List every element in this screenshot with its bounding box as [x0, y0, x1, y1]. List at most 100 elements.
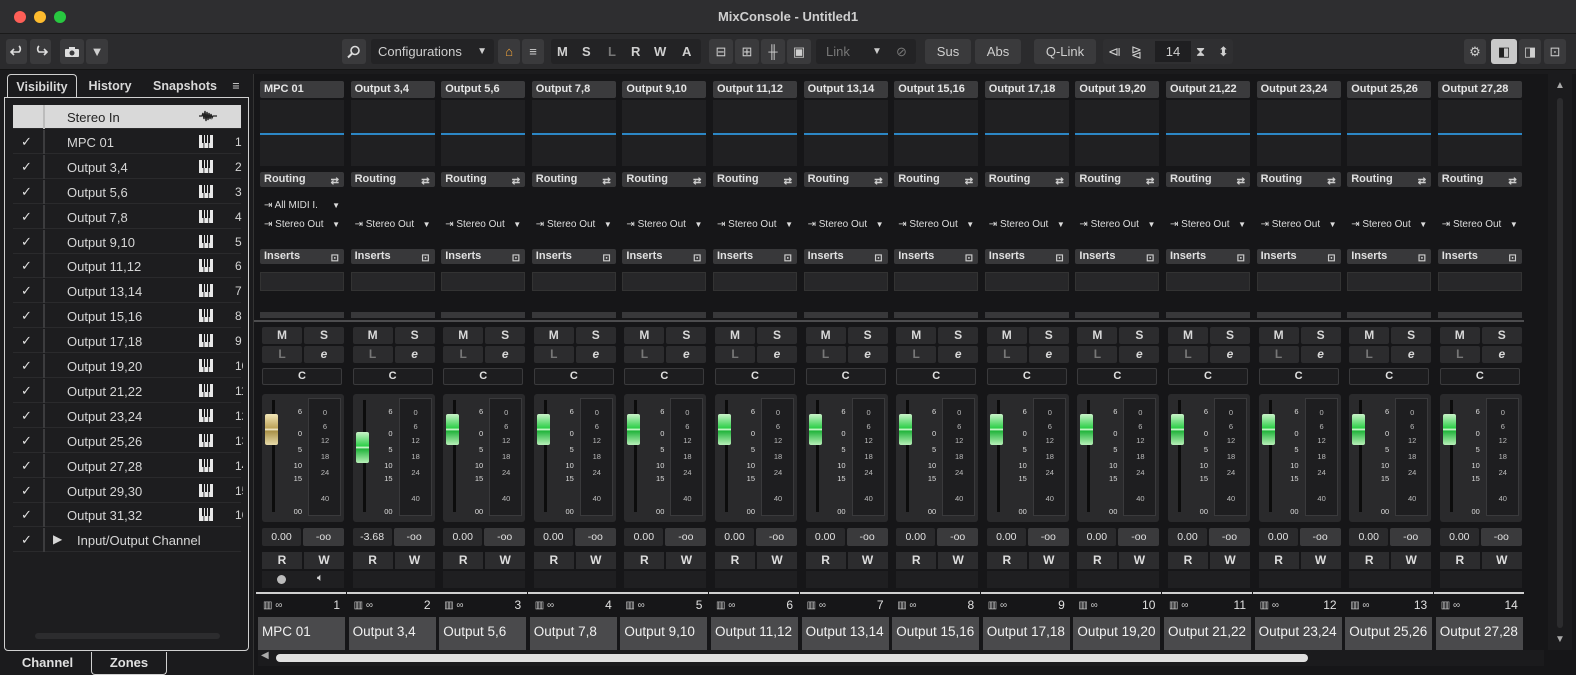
- volume-value[interactable]: 0.00: [443, 528, 483, 546]
- write-automation-button[interactable]: W: [1300, 552, 1341, 569]
- list-item[interactable]: ✓ Output 23,24 12: [13, 403, 243, 428]
- global-a-button[interactable]: A: [682, 44, 691, 59]
- inserts-section-header[interactable]: Inserts ⊡: [1256, 249, 1341, 264]
- global-listen-button[interactable]: L: [608, 44, 616, 59]
- routing-section-header[interactable]: Routing ⇄: [1075, 172, 1160, 189]
- routing-section-header[interactable]: Routing ⇄: [1256, 172, 1341, 187]
- volume-fader[interactable]: 6 0 5 10 15 00 0 6 12 18 24 40: [262, 394, 344, 522]
- volume-value[interactable]: 0.00: [1349, 528, 1389, 546]
- listen-button[interactable]: L: [1439, 346, 1480, 363]
- insert-slot[interactable]: [441, 272, 526, 291]
- read-automation-button[interactable]: R: [624, 552, 665, 569]
- fader-handle[interactable]: [355, 432, 369, 463]
- list-item[interactable]: ✓ Output 29,30 15: [13, 478, 243, 503]
- insert-slot[interactable]: [1075, 272, 1160, 291]
- tab-zones[interactable]: Zones: [91, 652, 167, 675]
- write-automation-button[interactable]: W: [1119, 552, 1160, 569]
- inserts-section-header[interactable]: Inserts ⊡: [350, 249, 435, 264]
- mute-button[interactable]: M: [624, 327, 665, 344]
- solo-button[interactable]: S: [666, 327, 707, 344]
- volume-fader[interactable]: 6 0 5 10 15 00 0 6 12 18 24 40: [1077, 394, 1160, 522]
- edit-channel-button[interactable]: e: [847, 346, 888, 363]
- narrow-channels-icon[interactable]: ⧏: [1108, 44, 1121, 60]
- menu-icon[interactable]: ≡: [226, 74, 246, 98]
- pan-control[interactable]: C: [896, 368, 977, 385]
- peak-value[interactable]: -oo: [1209, 528, 1250, 546]
- routing-options-icon[interactable]: ⇄: [512, 174, 520, 189]
- edit-channel-button[interactable]: e: [394, 346, 435, 363]
- routing-section-header[interactable]: Routing ⇄: [803, 172, 888, 187]
- volume-fader[interactable]: 6 0 5 10 15 00 0 6 12 18 24 40: [986, 394, 1069, 522]
- volume-value[interactable]: 0.00: [533, 528, 573, 546]
- list-item[interactable]: ✓ Output 21,22 11: [13, 378, 243, 403]
- inserts-section-header[interactable]: Inserts ⊡: [1166, 249, 1250, 264]
- solo-button[interactable]: S: [1119, 327, 1160, 344]
- right-zone-toggle-icon[interactable]: ◨: [1519, 39, 1541, 64]
- edit-channel-button[interactable]: e: [666, 346, 707, 363]
- read-automation-button[interactable]: R: [533, 552, 574, 569]
- routing-section-header[interactable]: Routing ⇄: [531, 172, 616, 187]
- peak-value[interactable]: -oo: [665, 528, 707, 546]
- peak-value[interactable]: -oo: [1299, 528, 1341, 546]
- routing-section-header[interactable]: Routing ⇄: [1166, 172, 1250, 187]
- routing-options-icon[interactable]: ⇄: [784, 174, 792, 189]
- pan-control[interactable]: C: [352, 368, 433, 385]
- channel-name-header[interactable]: Output 19,20: [1075, 81, 1160, 98]
- peak-value[interactable]: -oo: [1480, 528, 1522, 546]
- listen-button[interactable]: L: [1168, 346, 1208, 363]
- routing-section-header[interactable]: Routing ⇄: [894, 172, 979, 187]
- tab-visibility[interactable]: Visibility: [7, 74, 77, 98]
- inserts-section-header[interactable]: Inserts ⊡: [894, 249, 979, 266]
- listen-button[interactable]: L: [1258, 346, 1299, 363]
- redo-icon[interactable]: [30, 39, 51, 64]
- channel-name-footer[interactable]: Output 17,18: [982, 617, 1070, 650]
- solo-button[interactable]: S: [1210, 327, 1250, 344]
- routing-options-icon[interactable]: ⇄: [1146, 174, 1154, 189]
- search-icon[interactable]: [342, 39, 366, 64]
- checkmark-icon[interactable]: ✓: [21, 408, 32, 424]
- insert-slot[interactable]: [350, 272, 435, 291]
- peak-value[interactable]: -oo: [303, 528, 344, 546]
- checkmark-icon[interactable]: ✓: [21, 458, 32, 474]
- list-item[interactable]: ✓ Output 11,12 6: [13, 254, 242, 279]
- volume-value[interactable]: 0.00: [1168, 528, 1207, 546]
- edit-channel-button[interactable]: e: [1119, 346, 1160, 363]
- channel-name-footer[interactable]: MPC 01: [258, 617, 345, 650]
- checkmark-icon[interactable]: ✓: [21, 308, 32, 324]
- read-automation-button[interactable]: R: [1168, 552, 1208, 569]
- scroll-left-icon[interactable]: ◀: [261, 650, 269, 661]
- checkmark-icon[interactable]: ✓: [21, 283, 32, 299]
- write-automation-button[interactable]: W: [575, 552, 616, 569]
- global-write-button[interactable]: W: [654, 44, 666, 59]
- routing-section-header[interactable]: Routing ⇄: [622, 172, 707, 187]
- insert-slot[interactable]: [984, 272, 1069, 291]
- output-routing-dropdown[interactable]: ⇥ Stereo Out ▼: [1347, 217, 1431, 233]
- read-automation-button[interactable]: R: [352, 552, 393, 569]
- volume-fader[interactable]: 6 0 5 10 15 00 0 6 12 18 24 40: [352, 394, 435, 522]
- volume-fader[interactable]: 6 0 5 10 15 00 0 6 12 18 24 40: [1168, 394, 1250, 522]
- checkmark-icon[interactable]: ✓: [21, 234, 32, 250]
- inserts-section-header[interactable]: Inserts ⊡: [1437, 249, 1522, 264]
- listen-button[interactable]: L: [986, 346, 1027, 363]
- volume-fader[interactable]: 6 0 5 10 15 00 0 6 12 18 24 40: [1258, 394, 1341, 522]
- left-zone-toggle-icon[interactable]: ◧: [1491, 39, 1517, 64]
- channel-name-header[interactable]: Output 23,24: [1256, 81, 1341, 98]
- volume-value[interactable]: 0.00: [262, 528, 301, 546]
- solo-button[interactable]: S: [1028, 327, 1069, 344]
- channel-name-header[interactable]: Output 7,8: [531, 81, 616, 98]
- list-item[interactable]: ✓ Output 25,26 13: [13, 428, 243, 453]
- pan-control[interactable]: C: [443, 368, 524, 385]
- peak-value[interactable]: -oo: [484, 528, 526, 546]
- global-mute-button[interactable]: M: [557, 44, 568, 59]
- insert-slot[interactable]: [260, 272, 344, 291]
- tab-channel[interactable]: Channel: [10, 652, 85, 675]
- edit-channel-button[interactable]: e: [575, 346, 616, 363]
- fader-handle[interactable]: [446, 414, 460, 445]
- output-routing-dropdown[interactable]: ⇥ Stereo Out ▼: [441, 217, 525, 233]
- edit-channel-button[interactable]: e: [1300, 346, 1341, 363]
- pan-control[interactable]: C: [1439, 368, 1520, 385]
- mixer-view-icon[interactable]: ╫: [761, 39, 785, 64]
- output-routing-dropdown[interactable]: ⇥ Stereo Out ▼: [622, 217, 706, 233]
- inserts-options-icon[interactable]: ⊡: [965, 251, 973, 266]
- scroll-up-icon[interactable]: ▲: [1555, 80, 1565, 91]
